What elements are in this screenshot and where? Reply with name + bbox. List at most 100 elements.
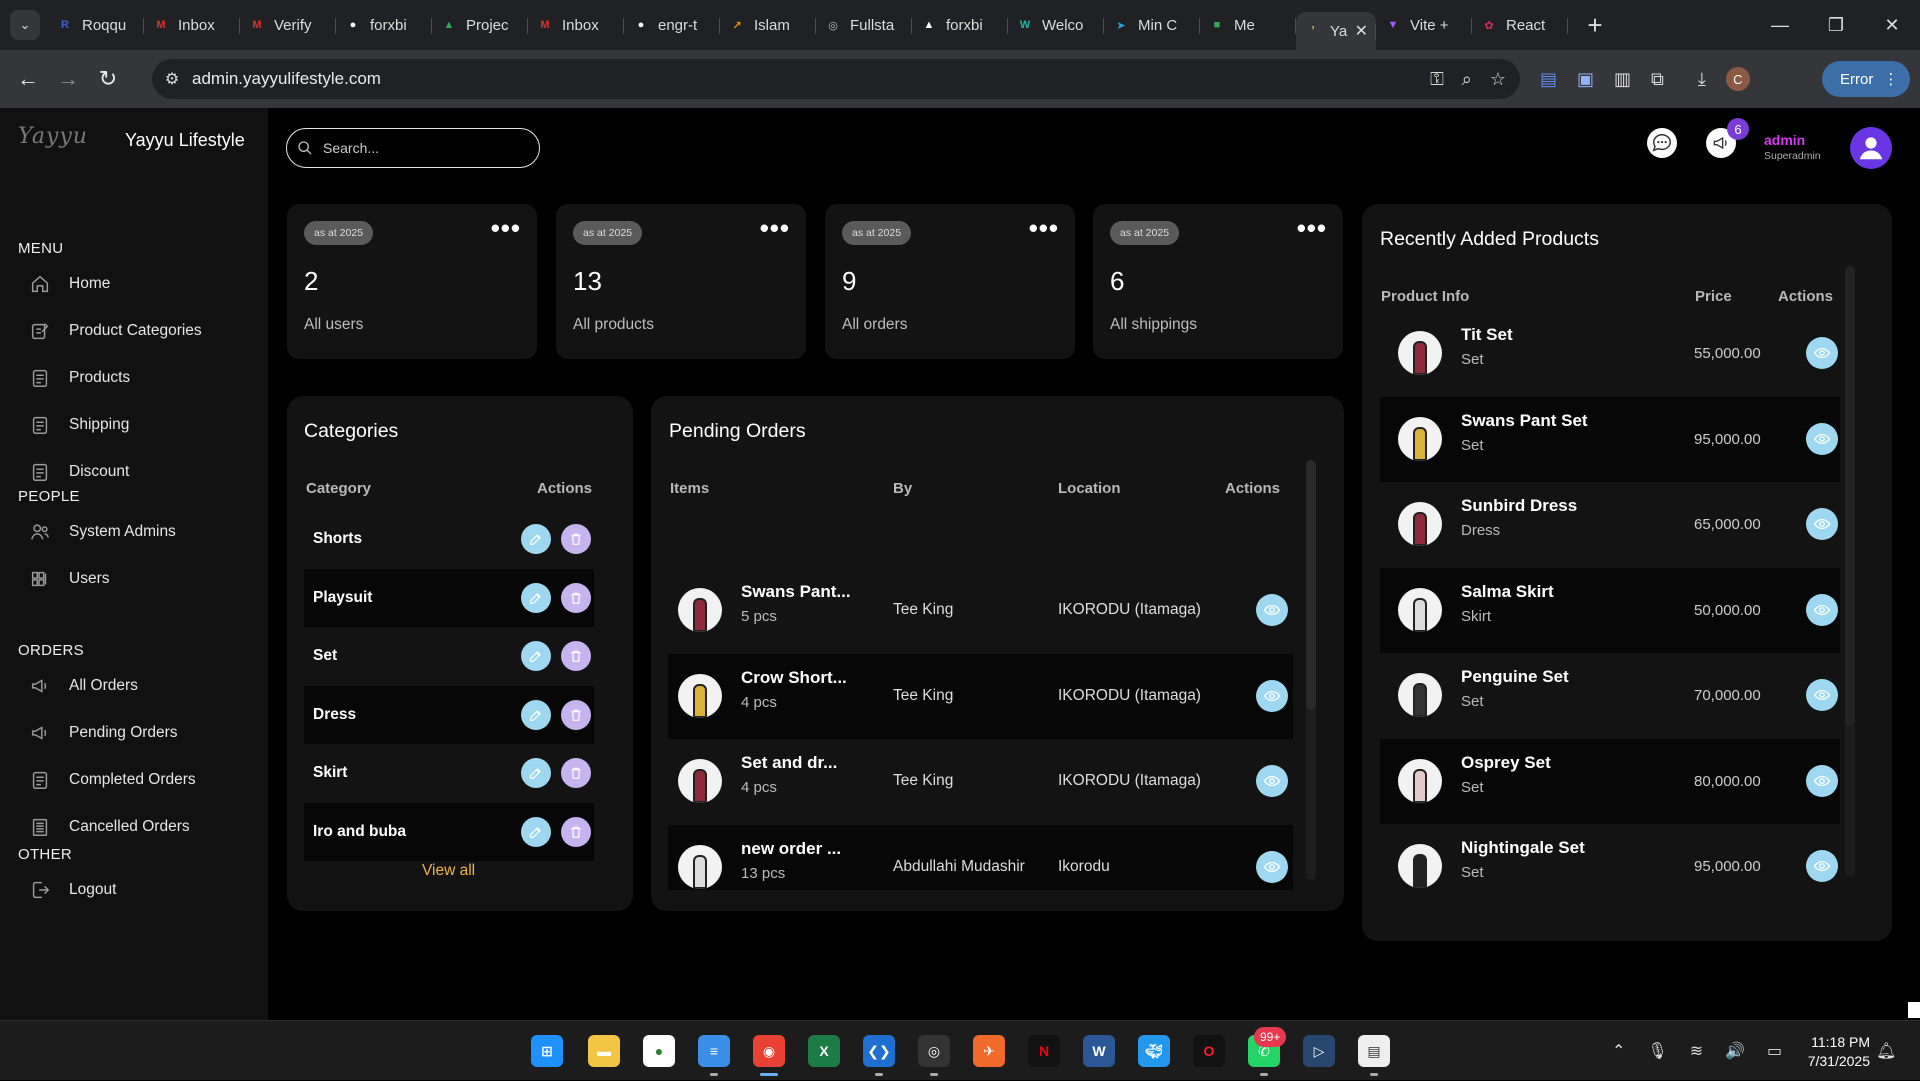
omnibox[interactable]: ⚙ admin.yayyulifestyle.com ⚿ ⌕ ☆ <box>152 59 1520 99</box>
reload-button[interactable]: ↻ <box>88 59 128 99</box>
battery-icon[interactable]: ▭ <box>1767 1041 1782 1061</box>
product-row[interactable] <box>1380 567 1840 653</box>
new-tab-button[interactable]: + <box>1578 8 1612 42</box>
close-window-button[interactable]: ✕ <box>1864 0 1920 50</box>
more-options-icon[interactable]: ••• <box>1029 215 1059 241</box>
sidebar-item-discount[interactable]: Discount <box>26 457 129 487</box>
view-product-button[interactable] <box>1806 508 1838 540</box>
browser-tab[interactable]: ➤ Min C <box>1104 6 1200 44</box>
sidebar-item-shipping[interactable]: Shipping <box>26 410 129 440</box>
messages-button[interactable] <box>1647 128 1677 172</box>
browser-tab[interactable]: ▼ Vite + <box>1376 6 1472 44</box>
product-row[interactable] <box>1380 738 1840 824</box>
pending-orders-list-viewport[interactable]: Swans Pant... 5 pcs Tee King IKORODU (Itama… <box>668 508 1293 890</box>
delete-category-button[interactable] <box>561 582 591 613</box>
extension-docs-icon[interactable]: ▣ <box>1577 69 1594 90</box>
edit-category-button[interactable] <box>521 582 551 613</box>
browser-tab[interactable]: ◎ Fullsta <box>816 6 912 44</box>
delete-category-button[interactable] <box>561 699 591 730</box>
site-settings-icon[interactable]: ⚙ <box>152 69 192 89</box>
browser-tab[interactable]: ● forxbi <box>336 6 432 44</box>
sidebar-item-all-orders[interactable]: All Orders <box>26 671 138 701</box>
error-button[interactable]: Error ⋮ <box>1822 61 1910 97</box>
view-order-button[interactable] <box>1256 594 1288 626</box>
zoom-icon[interactable]: ⌕ <box>1462 69 1472 90</box>
notepad-icon[interactable]: ≡ <box>698 1035 730 1067</box>
excel-icon[interactable]: X <box>808 1035 840 1067</box>
view-order-button[interactable] <box>1256 850 1288 883</box>
sidebar-item-system-admins[interactable]: System Admins <box>26 517 176 547</box>
back-button[interactable]: ← <box>8 59 48 99</box>
word-icon[interactable]: W <box>1083 1035 1115 1067</box>
edit-category-button[interactable] <box>521 524 551 554</box>
stat-card[interactable]: as at 2025 ••• 6 All shippings <box>1093 204 1343 359</box>
tab-close-icon[interactable]: ✕ <box>1355 21 1368 41</box>
edit-category-button[interactable] <box>521 758 551 788</box>
opera-icon[interactable]: O <box>1193 1035 1225 1067</box>
minimize-button[interactable]: — <box>1752 0 1808 50</box>
browser-tab[interactable]: M Inbox <box>528 6 624 44</box>
search-input[interactable] <box>323 140 523 156</box>
delete-category-button[interactable] <box>561 641 591 671</box>
profile-avatar[interactable]: C <box>1725 67 1750 91</box>
browser-tab[interactable]: M Verify <box>240 6 336 44</box>
view-order-button[interactable] <box>1256 679 1288 712</box>
browser-tab[interactable]: ↗ Islam <box>720 6 816 44</box>
more-options-icon[interactable]: ••• <box>760 215 790 241</box>
browser-tab[interactable]: ✿ React <box>1472 6 1568 44</box>
browser-tab[interactable]: ■ Me <box>1200 6 1296 44</box>
browser-tab[interactable]: R Roqqu <box>48 6 144 44</box>
sidebar-item-home[interactable]: Home <box>26 269 110 299</box>
sidebar-item-cancelled-orders[interactable]: Cancelled Orders <box>26 812 190 842</box>
sidebar-item-completed-orders[interactable]: Completed Orders <box>26 765 196 795</box>
product-row[interactable] <box>1380 653 1840 738</box>
product-row[interactable] <box>1380 396 1840 482</box>
obs-icon[interactable]: ◎ <box>918 1035 950 1067</box>
products-scrollbar-thumb[interactable] <box>1845 266 1855 726</box>
orders-scrollbar-thumb[interactable] <box>1306 460 1316 710</box>
view-order-button[interactable] <box>1256 765 1288 797</box>
app-green-icon[interactable]: ● <box>643 1035 675 1067</box>
sidebar-item-logout[interactable]: Logout <box>26 875 116 905</box>
sidebar-item-pending-orders[interactable]: Pending Orders <box>26 718 178 748</box>
chrome-icon[interactable]: ◉ <box>753 1035 785 1067</box>
active-browser-tab[interactable]: ʼ Ya ✕ <box>1296 12 1376 50</box>
delete-category-button[interactable] <box>561 524 591 554</box>
media-player-icon[interactable]: ▷ <box>1303 1035 1335 1067</box>
stat-card[interactable]: as at 2025 ••• 13 All products <box>556 204 806 359</box>
product-row[interactable] <box>1380 824 1840 909</box>
more-options-icon[interactable]: ••• <box>1297 215 1327 241</box>
file-explorer-icon[interactable]: ▬ <box>588 1035 620 1067</box>
bookmark-star-icon[interactable]: ☆ <box>1490 69 1506 90</box>
restore-button[interactable]: ❐ <box>1808 0 1864 50</box>
vscode-icon[interactable]: ❮❯ <box>863 1035 895 1067</box>
sidebar-item-users[interactable]: Users <box>26 564 109 594</box>
download-icon[interactable]: ⤓ <box>1698 69 1706 90</box>
browser-tab[interactable]: ▲ forxbi <box>912 6 1008 44</box>
view-product-button[interactable] <box>1806 337 1838 369</box>
extension-book-icon[interactable]: ▥ <box>1614 69 1631 90</box>
url-text[interactable]: admin.yayyulifestyle.com <box>192 69 381 89</box>
view-product-button[interactable] <box>1806 422 1838 455</box>
postman-icon[interactable]: ✈ <box>973 1035 1005 1067</box>
browser-tab[interactable]: W Welco <box>1008 6 1104 44</box>
edit-category-button[interactable] <box>521 699 551 730</box>
sidebar-item-product-categories[interactable]: Product Categories <box>26 316 202 346</box>
view-product-button[interactable] <box>1806 679 1838 711</box>
edit-category-button[interactable] <box>521 816 551 847</box>
browser-tab[interactable]: ● engr-t <box>624 6 720 44</box>
delete-category-button[interactable] <box>561 758 591 788</box>
tab-search-button[interactable]: ⌄ <box>10 10 40 40</box>
chevron-up-icon[interactable]: ⌃ <box>1612 1041 1625 1061</box>
wifi-icon[interactable]: ≋ <box>1690 1041 1703 1061</box>
microphone-icon[interactable]: 🎙 <box>1647 1041 1667 1061</box>
product-row[interactable] <box>1380 311 1840 396</box>
extensions-puzzle-icon[interactable]: ⧉ <box>1651 69 1664 90</box>
product-row[interactable] <box>1380 482 1840 567</box>
sidebar-panel-icon[interactable]: ▤ <box>1540 69 1557 90</box>
notification-bell-icon[interactable]: 🔔︎ <box>1876 1021 1896 1081</box>
browser-tab[interactable]: ▲ Projec <box>432 6 528 44</box>
stat-card[interactable]: as at 2025 ••• 9 All orders <box>825 204 1075 359</box>
view-all-categories-link[interactable]: View all <box>422 862 475 880</box>
more-options-icon[interactable]: ••• <box>491 215 521 241</box>
